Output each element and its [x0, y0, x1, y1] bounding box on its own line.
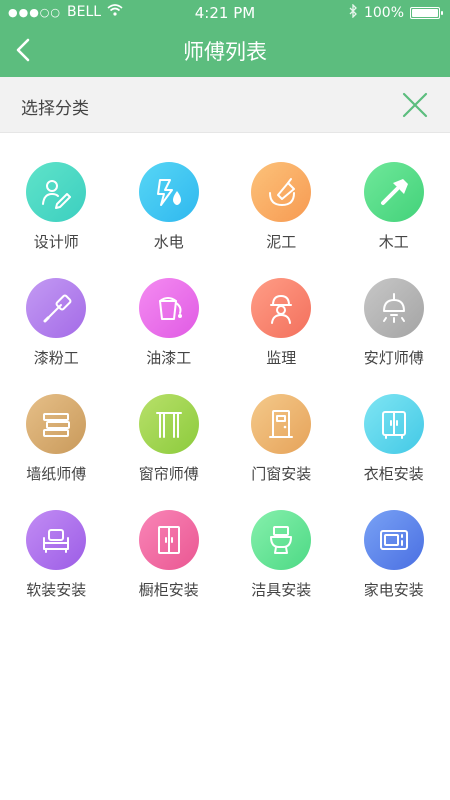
paint-bucket-icon: [158, 297, 182, 320]
category-filter-bar: 选择分类: [0, 77, 450, 133]
trowel-icon: [269, 178, 296, 206]
category-item[interactable]: 漆粉工: [0, 271, 113, 387]
category-icon-badge: [251, 394, 312, 454]
category-label: 洁具安装: [251, 581, 312, 599]
category-icon-badge: [26, 510, 87, 570]
bluetooth-icon: [349, 3, 358, 22]
category-label: 家电安装: [363, 581, 424, 599]
category-label: 衣柜安装: [363, 465, 424, 483]
status-right: 100%: [349, 3, 443, 22]
close-button[interactable]: [402, 92, 428, 118]
app-header: ●●●○○ BELL 4:21 PM 100% 师傅列表: [0, 0, 450, 77]
category-grid: 设计师 水电 泥工 木工漆粉工 油漆工 监理 安灯师傅墙纸师傅 窗帘师傅 门窗安装 衣柜安装软装安…: [0, 155, 450, 619]
hammer-icon: [380, 179, 408, 205]
category-label: 墙纸师傅: [26, 465, 87, 483]
category-label: 水电: [153, 233, 184, 251]
designer-icon: [42, 180, 72, 209]
category-item[interactable]: 窗帘师傅: [113, 387, 226, 503]
battery-icon: [410, 7, 443, 19]
helmet-worker-icon: [270, 295, 293, 324]
category-item[interactable]: 设计师: [0, 155, 113, 271]
category-icon-badge: [26, 278, 87, 338]
category-item[interactable]: 家电安装: [338, 503, 450, 619]
category-item[interactable]: 泥工: [225, 155, 338, 271]
category-label: 油漆工: [146, 349, 192, 367]
category-item[interactable]: 橱柜安装: [113, 503, 226, 619]
cabinet-icon: [157, 526, 180, 554]
microwave-icon: [379, 530, 408, 550]
category-label: 漆粉工: [33, 349, 79, 367]
category-icon-badge: [138, 162, 199, 222]
category-item[interactable]: 水电: [113, 155, 226, 271]
curtain-icon: [155, 412, 182, 438]
category-label: 门窗安装: [251, 465, 312, 483]
category-icon-badge: [363, 510, 424, 570]
category-item[interactable]: 衣柜安装: [338, 387, 450, 503]
category-item[interactable]: 监理: [225, 271, 338, 387]
lamp-icon: [382, 293, 405, 323]
toilet-icon: [270, 526, 293, 554]
category-label: 窗帘师傅: [138, 465, 199, 483]
category-icon-badge: [363, 162, 424, 222]
page-title: 师傅列表: [183, 40, 267, 64]
plumbing-electric-icon: [156, 179, 181, 206]
battery-level-fill: [412, 9, 438, 17]
category-icon-badge: [138, 394, 199, 454]
category-icon-badge: [363, 394, 424, 454]
category-label: 泥工: [266, 233, 297, 251]
sofa-icon: [43, 529, 70, 553]
category-icon-badge: [251, 162, 312, 222]
wardrobe-icon: [381, 411, 406, 439]
category-icon-badge: [363, 278, 424, 338]
category-icon-badge: [251, 278, 312, 338]
category-icon-badge: [26, 162, 87, 222]
door-icon: [269, 410, 294, 438]
category-label: 橱柜安装: [138, 581, 199, 599]
category-label: 安灯师傅: [363, 349, 424, 367]
category-label: 监理: [266, 349, 297, 367]
category-item[interactable]: 油漆工: [113, 271, 226, 387]
category-item[interactable]: 洁具安装: [225, 503, 338, 619]
category-item[interactable]: 门窗安装: [225, 387, 338, 503]
close-icon: [402, 92, 428, 118]
category-label: 木工: [378, 233, 409, 251]
battery-percent: 100%: [363, 5, 404, 21]
category-icon-badge: [251, 510, 312, 570]
category-item[interactable]: 木工: [338, 155, 450, 271]
wallpaper-icon: [43, 413, 71, 437]
filter-label: 选择分类: [21, 99, 89, 119]
brush-icon: [43, 294, 72, 323]
category-item[interactable]: 安灯师傅: [338, 271, 450, 387]
category-item[interactable]: 墙纸师傅: [0, 387, 113, 503]
category-icon-badge: [138, 510, 199, 570]
category-icon-badge: [138, 278, 199, 338]
category-label: 设计师: [33, 233, 79, 251]
category-label: 软装安装: [26, 581, 87, 599]
category-icon-badge: [26, 394, 87, 454]
status-bar: ●●●○○ BELL 4:21 PM 100%: [0, 0, 450, 26]
category-item[interactable]: 软装安装: [0, 503, 113, 619]
